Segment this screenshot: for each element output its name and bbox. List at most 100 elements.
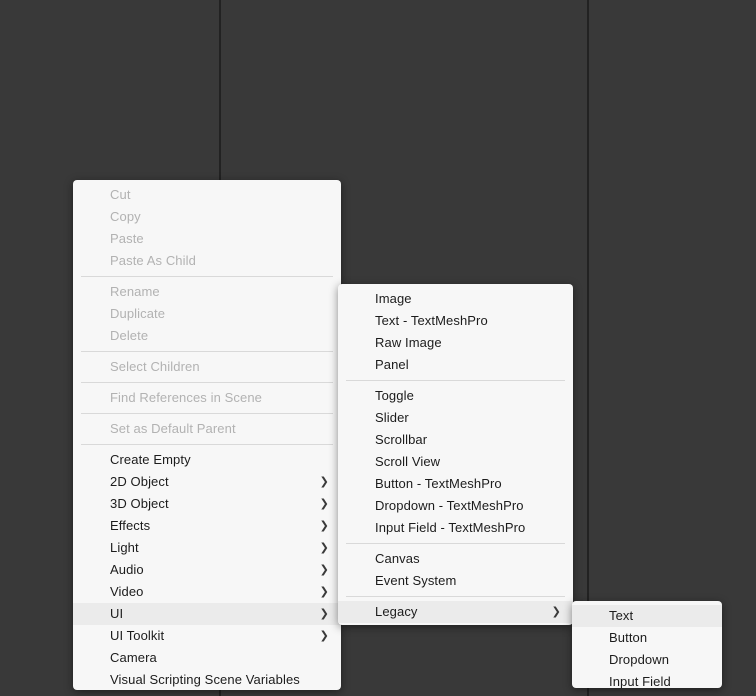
menu-item-camera[interactable]: Camera <box>73 647 341 669</box>
chevron-right-icon: ❯ <box>319 607 329 620</box>
menu-item-scroll-view[interactable]: Scroll View <box>338 451 573 473</box>
menu-item-label: Button <box>609 630 648 645</box>
menu-item-image[interactable]: Image <box>338 288 573 310</box>
chevron-right-icon: ❯ <box>319 541 329 554</box>
menu-separator <box>346 596 565 597</box>
menu-item-copy: Copy <box>73 206 341 228</box>
menu-item-label: Light <box>110 540 139 555</box>
menu-item-label: Duplicate <box>110 306 166 321</box>
menu-item-label: Scrollbar <box>375 432 428 447</box>
menu-item-legacy[interactable]: Legacy ❯ <box>338 601 573 623</box>
chevron-right-icon: ❯ <box>319 585 329 598</box>
menu-item-panel[interactable]: Panel <box>338 354 573 376</box>
menu-item-label: Visual Scripting Scene Variables <box>110 672 300 687</box>
menu-item-dropdown-textmeshpro[interactable]: Dropdown - TextMeshPro <box>338 495 573 517</box>
menu-separator <box>81 413 333 414</box>
menu-item-light[interactable]: Light ❯ <box>73 537 341 559</box>
menu-item-label: Image <box>375 291 412 306</box>
menu-item-label: UI <box>110 606 124 621</box>
menu-item-label: Effects <box>110 518 151 533</box>
menu-item-label: Rename <box>110 284 160 299</box>
menu-separator <box>346 543 565 544</box>
menu-item-ui[interactable]: UI ❯ <box>73 603 341 625</box>
menu-item-label: Create Empty <box>110 452 191 467</box>
menu-item-label: Input Field - TextMeshPro <box>375 520 526 535</box>
menu-item-label: Button - TextMeshPro <box>375 476 502 491</box>
menu-item-label: Paste As Child <box>110 253 196 268</box>
menu-item-set-as-default-parent: Set as Default Parent <box>73 418 341 440</box>
menu-item-label: Slider <box>375 410 409 425</box>
menu-item-paste: Paste <box>73 228 341 250</box>
menu-item-paste-as-child: Paste As Child <box>73 250 341 272</box>
menu-item-button[interactable]: Button <box>572 627 722 649</box>
menu-item-label: UI Toolkit <box>110 628 165 643</box>
menu-separator <box>81 444 333 445</box>
menu-item-audio[interactable]: Audio ❯ <box>73 559 341 581</box>
menu-item-label: Select Children <box>110 359 200 374</box>
menu-item-label: Dropdown <box>609 652 670 667</box>
menu-item-delete: Delete <box>73 325 341 347</box>
menu-item-label: Paste <box>110 231 144 246</box>
chevron-right-icon: ❯ <box>319 475 329 488</box>
menu-item-label: Dropdown - TextMeshPro <box>375 498 524 513</box>
menu-separator <box>81 382 333 383</box>
menu-item-label: 2D Object <box>110 474 169 489</box>
chevron-right-icon: ❯ <box>319 519 329 532</box>
menu-item-label: 3D Object <box>110 496 169 511</box>
menu-item-ui-toolkit[interactable]: UI Toolkit ❯ <box>73 625 341 647</box>
chevron-right-icon: ❯ <box>319 563 329 576</box>
menu-item-label: Scroll View <box>375 454 441 469</box>
menu-item-label: Cut <box>110 187 131 202</box>
menu-item-label: Camera <box>110 650 157 665</box>
menu-item-label: Delete <box>110 328 149 343</box>
chevron-right-icon: ❯ <box>319 629 329 642</box>
menu-item-label: Event System <box>375 573 457 588</box>
menu-item-label: Raw Image <box>375 335 442 350</box>
menu-item-create-empty[interactable]: Create Empty <box>73 449 341 471</box>
menu-item-canvas[interactable]: Canvas <box>338 548 573 570</box>
menu-separator <box>81 351 333 352</box>
pane-divider-right[interactable] <box>587 0 589 696</box>
menu-item-input-field-textmeshpro[interactable]: Input Field - TextMeshPro <box>338 517 573 539</box>
menu-item-rename: Rename <box>73 281 341 303</box>
chevron-right-icon: ❯ <box>551 605 561 618</box>
menu-item-label: Canvas <box>375 551 420 566</box>
menu-item-video[interactable]: Video ❯ <box>73 581 341 603</box>
menu-item-effects[interactable]: Effects ❯ <box>73 515 341 537</box>
menu-item-raw-image[interactable]: Raw Image <box>338 332 573 354</box>
menu-item-label: Toggle <box>375 388 414 403</box>
menu-item-slider[interactable]: Slider <box>338 407 573 429</box>
menu-item-button-textmeshpro[interactable]: Button - TextMeshPro <box>338 473 573 495</box>
unity-editor-window: Cut Copy Paste Paste As Child Rename Duplicat… <box>0 0 756 696</box>
chevron-right-icon: ❯ <box>319 497 329 510</box>
menu-item-text-textmeshpro[interactable]: Text - TextMeshPro <box>338 310 573 332</box>
menu-item-label: Set as Default Parent <box>110 421 236 436</box>
menu-item-2d-object[interactable]: 2D Object ❯ <box>73 471 341 493</box>
menu-item-label: Find References in Scene <box>110 390 262 405</box>
menu-item-select-children: Select Children <box>73 356 341 378</box>
menu-item-visual-scripting-scene-variables[interactable]: Visual Scripting Scene Variables <box>73 669 341 690</box>
menu-item-find-references-in-scene: Find References in Scene <box>73 387 341 409</box>
menu-item-event-system[interactable]: Event System <box>338 570 573 592</box>
ui-submenu[interactable]: Image Text - TextMeshPro Raw Image Panel Tog… <box>338 284 573 625</box>
menu-separator <box>346 380 565 381</box>
menu-item-text[interactable]: Text <box>572 605 722 627</box>
menu-item-label: Text - TextMeshPro <box>375 313 488 328</box>
menu-item-dropdown[interactable]: Dropdown <box>572 649 722 671</box>
menu-separator <box>81 276 333 277</box>
menu-item-label: Video <box>110 584 144 599</box>
menu-item-input-field[interactable]: Input Field <box>572 671 722 688</box>
menu-item-3d-object[interactable]: 3D Object ❯ <box>73 493 341 515</box>
menu-item-label: Panel <box>375 357 409 372</box>
menu-item-cut: Cut <box>73 184 341 206</box>
hierarchy-context-menu[interactable]: Cut Copy Paste Paste As Child Rename Duplicat… <box>73 180 341 690</box>
menu-item-duplicate: Duplicate <box>73 303 341 325</box>
menu-item-label: Audio <box>110 562 144 577</box>
menu-item-label: Text <box>609 608 634 623</box>
menu-item-scrollbar[interactable]: Scrollbar <box>338 429 573 451</box>
menu-item-toggle[interactable]: Toggle <box>338 385 573 407</box>
menu-item-label: Legacy <box>375 604 418 619</box>
menu-item-label: Input Field <box>609 674 671 688</box>
legacy-submenu[interactable]: Text Button Dropdown Input Field <box>572 601 722 688</box>
menu-item-label: Copy <box>110 209 141 224</box>
